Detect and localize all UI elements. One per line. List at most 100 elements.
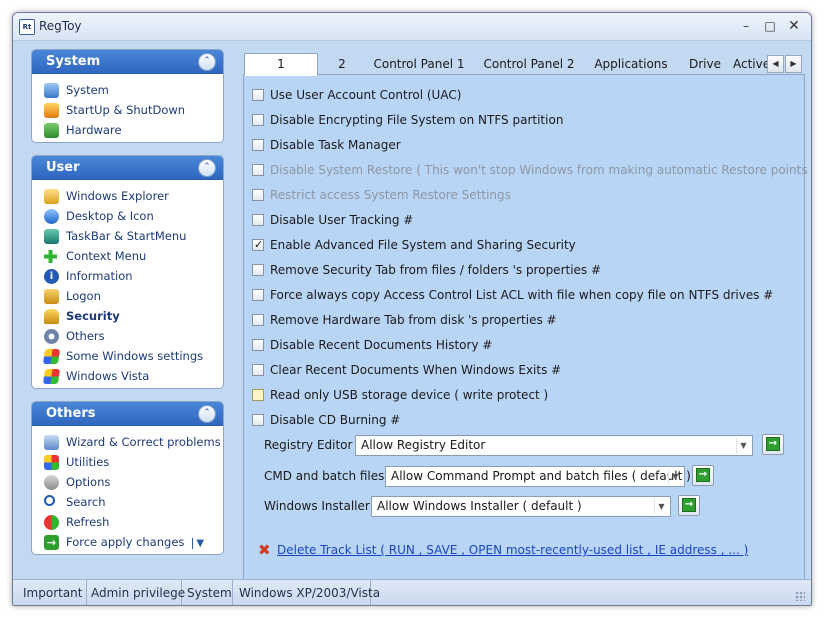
chevron-down-icon[interactable]: ▼: [668, 469, 682, 484]
maximize-button[interactable]: □: [759, 17, 781, 35]
apply-cmd-batch-button[interactable]: →: [692, 465, 714, 486]
others-panel: Others ⌃ Wizard & Correct problems Utili…: [31, 401, 224, 555]
status-admin-privilege[interactable]: Admin privilege: [85, 580, 185, 605]
option-label: Enable Advanced File System and Sharing …: [270, 238, 576, 252]
registry-editor-label: Registry Editor: [264, 438, 353, 452]
checkbox[interactable]: [252, 389, 264, 401]
windows-installer-select[interactable]: Allow Windows Installer ( default ) ▼: [371, 496, 671, 517]
cmd-batch-select[interactable]: Allow Command Prompt and batch files ( d…: [385, 466, 691, 487]
tab-control-panel-2[interactable]: Control Panel 2: [473, 54, 585, 75]
sidebar-item-wizard[interactable]: Wizard & Correct problems: [44, 432, 223, 452]
apply-arrow-icon: →: [44, 535, 59, 550]
sidebar-item-others[interactable]: Others: [44, 326, 223, 346]
checkbox[interactable]: [252, 214, 264, 226]
window-title: RegToy: [39, 19, 82, 33]
apply-arrow-icon: →: [696, 468, 710, 482]
windows-flag-icon: [42, 369, 61, 384]
checkbox[interactable]: [252, 89, 264, 101]
sidebar-item-logon[interactable]: Logon: [44, 286, 223, 306]
user-panel: User ⌃ Windows Explorer Desktop & Icon T…: [31, 155, 224, 389]
sidebar-item-information[interactable]: i Information: [44, 266, 223, 286]
taskbar-icon: [44, 229, 59, 244]
user-panel-header[interactable]: User ⌃: [32, 156, 223, 180]
close-button[interactable]: ✕: [783, 17, 805, 35]
sidebar-item-label: Hardware: [66, 123, 122, 137]
collapse-others-icon[interactable]: ⌃: [198, 405, 216, 423]
registry-editor-value: Allow Registry Editor: [361, 438, 486, 452]
system-panel-header[interactable]: System ⌃: [32, 50, 223, 74]
apply-arrow-icon: →: [682, 498, 696, 512]
search-icon: [44, 495, 55, 506]
tab-scroll-left-icon[interactable]: ◀: [767, 55, 784, 73]
sidebar-item-desktop-icon[interactable]: Desktop & Icon: [44, 206, 223, 226]
minimize-button[interactable]: –: [735, 17, 757, 35]
computer-icon: [44, 83, 59, 98]
sidebar-item-security[interactable]: Security: [44, 306, 223, 326]
tab-scroll-right-icon[interactable]: ▶: [785, 55, 802, 73]
apply-registry-editor-button[interactable]: →: [762, 434, 784, 455]
dropdown-arrow-icon[interactable]: ▼: [192, 538, 205, 549]
apply-windows-installer-button[interactable]: →: [678, 495, 700, 516]
sidebar-item-some-windows-settings[interactable]: Some Windows settings: [42, 346, 223, 366]
sidebar-item-taskbar-startmenu[interactable]: TaskBar & StartMenu: [44, 226, 223, 246]
status-os-version[interactable]: Windows XP/2003/Vista: [233, 580, 380, 605]
sidebar-item-label: TaskBar & StartMenu: [66, 229, 187, 243]
sidebar-item-utilities[interactable]: Utilities: [44, 452, 223, 472]
startup-icon: [44, 103, 59, 118]
checkbox-checked[interactable]: [252, 236, 264, 254]
resize-grip-icon[interactable]: [795, 591, 805, 601]
sidebar-item-startup-shutdown[interactable]: StartUp & ShutDown: [44, 100, 223, 120]
system-panel: System ⌃ System StartUp & ShutDown Hardw…: [31, 49, 224, 143]
option-label: Read only USB storage device ( write pro…: [270, 388, 549, 402]
others-panel-header[interactable]: Others ⌃: [32, 402, 223, 426]
chevron-down-icon[interactable]: ▼: [736, 438, 750, 453]
collapse-system-icon[interactable]: ⌃: [198, 53, 216, 71]
option-label: Use User Account Control (UAC): [270, 88, 462, 102]
status-system[interactable]: System: [181, 580, 233, 605]
checkbox: [252, 164, 264, 176]
option-label: Disable Encrypting File System on NTFS p…: [270, 113, 564, 127]
status-bar: Important Admin privilege System Windows…: [13, 579, 811, 605]
windows-installer-value: Allow Windows Installer ( default ): [377, 499, 582, 513]
option-label: Force always copy Access Control List AC…: [270, 288, 774, 302]
sidebar-item-refresh[interactable]: Refresh: [44, 512, 223, 532]
sidebar-item-force-apply[interactable]: → Force apply changes ▼: [44, 532, 223, 552]
sidebar-item-windows-vista[interactable]: Windows Vista: [42, 366, 223, 386]
sidebar-item-search[interactable]: Search: [44, 492, 223, 512]
sidebar-item-context-menu[interactable]: Context Menu: [44, 246, 223, 266]
checkbox[interactable]: [252, 314, 264, 326]
sidebar-item-options[interactable]: Options: [44, 472, 223, 492]
windows-installer-label: Windows Installer: [264, 499, 370, 513]
checkbox[interactable]: [252, 364, 264, 376]
tab-active[interactable]: Active: [733, 54, 767, 75]
folder-icon: [44, 189, 59, 204]
sidebar-item-hardware[interactable]: Hardware: [44, 120, 223, 140]
option-label: Disable Task Manager: [270, 138, 401, 152]
checkbox[interactable]: [252, 289, 264, 301]
tab-1[interactable]: 1: [244, 53, 318, 76]
user-panel-title: User: [46, 160, 80, 175]
delete-track-list-link[interactable]: Delete Track List ( RUN , SAVE , OPEN mo…: [277, 541, 748, 559]
checkbox[interactable]: [252, 264, 264, 276]
wizard-icon: [44, 435, 59, 450]
checkbox[interactable]: [252, 414, 264, 426]
sidebar-item-label: Desktop & Icon: [66, 209, 154, 223]
tab-2[interactable]: 2: [319, 54, 365, 75]
client-area: System ⌃ System StartUp & ShutDown Hardw…: [13, 41, 811, 587]
sidebar-item-label: Information: [66, 269, 133, 283]
chevron-down-icon[interactable]: ▼: [654, 499, 668, 514]
sidebar-item-system[interactable]: System: [44, 80, 223, 100]
checkbox[interactable]: [252, 339, 264, 351]
sidebar-item-windows-explorer[interactable]: Windows Explorer: [44, 186, 223, 206]
tab-strip: 1 2 Control Panel 1 Control Panel 2 Appl…: [243, 53, 805, 76]
collapse-user-icon[interactable]: ⌃: [198, 159, 216, 177]
registry-editor-select[interactable]: Allow Registry Editor ▼: [355, 435, 753, 456]
tab-applications[interactable]: Applications: [585, 54, 677, 75]
tab-control-panel-1[interactable]: Control Panel 1: [365, 54, 473, 75]
checkbox[interactable]: [252, 114, 264, 126]
title-bar[interactable]: Rt RegToy – □ ✕: [13, 13, 811, 41]
tab-drive[interactable]: Drive: [677, 54, 733, 75]
checkbox[interactable]: [252, 139, 264, 151]
cmd-batch-value: Allow Command Prompt and batch files ( d…: [391, 469, 691, 483]
status-important[interactable]: Important: [17, 580, 87, 605]
